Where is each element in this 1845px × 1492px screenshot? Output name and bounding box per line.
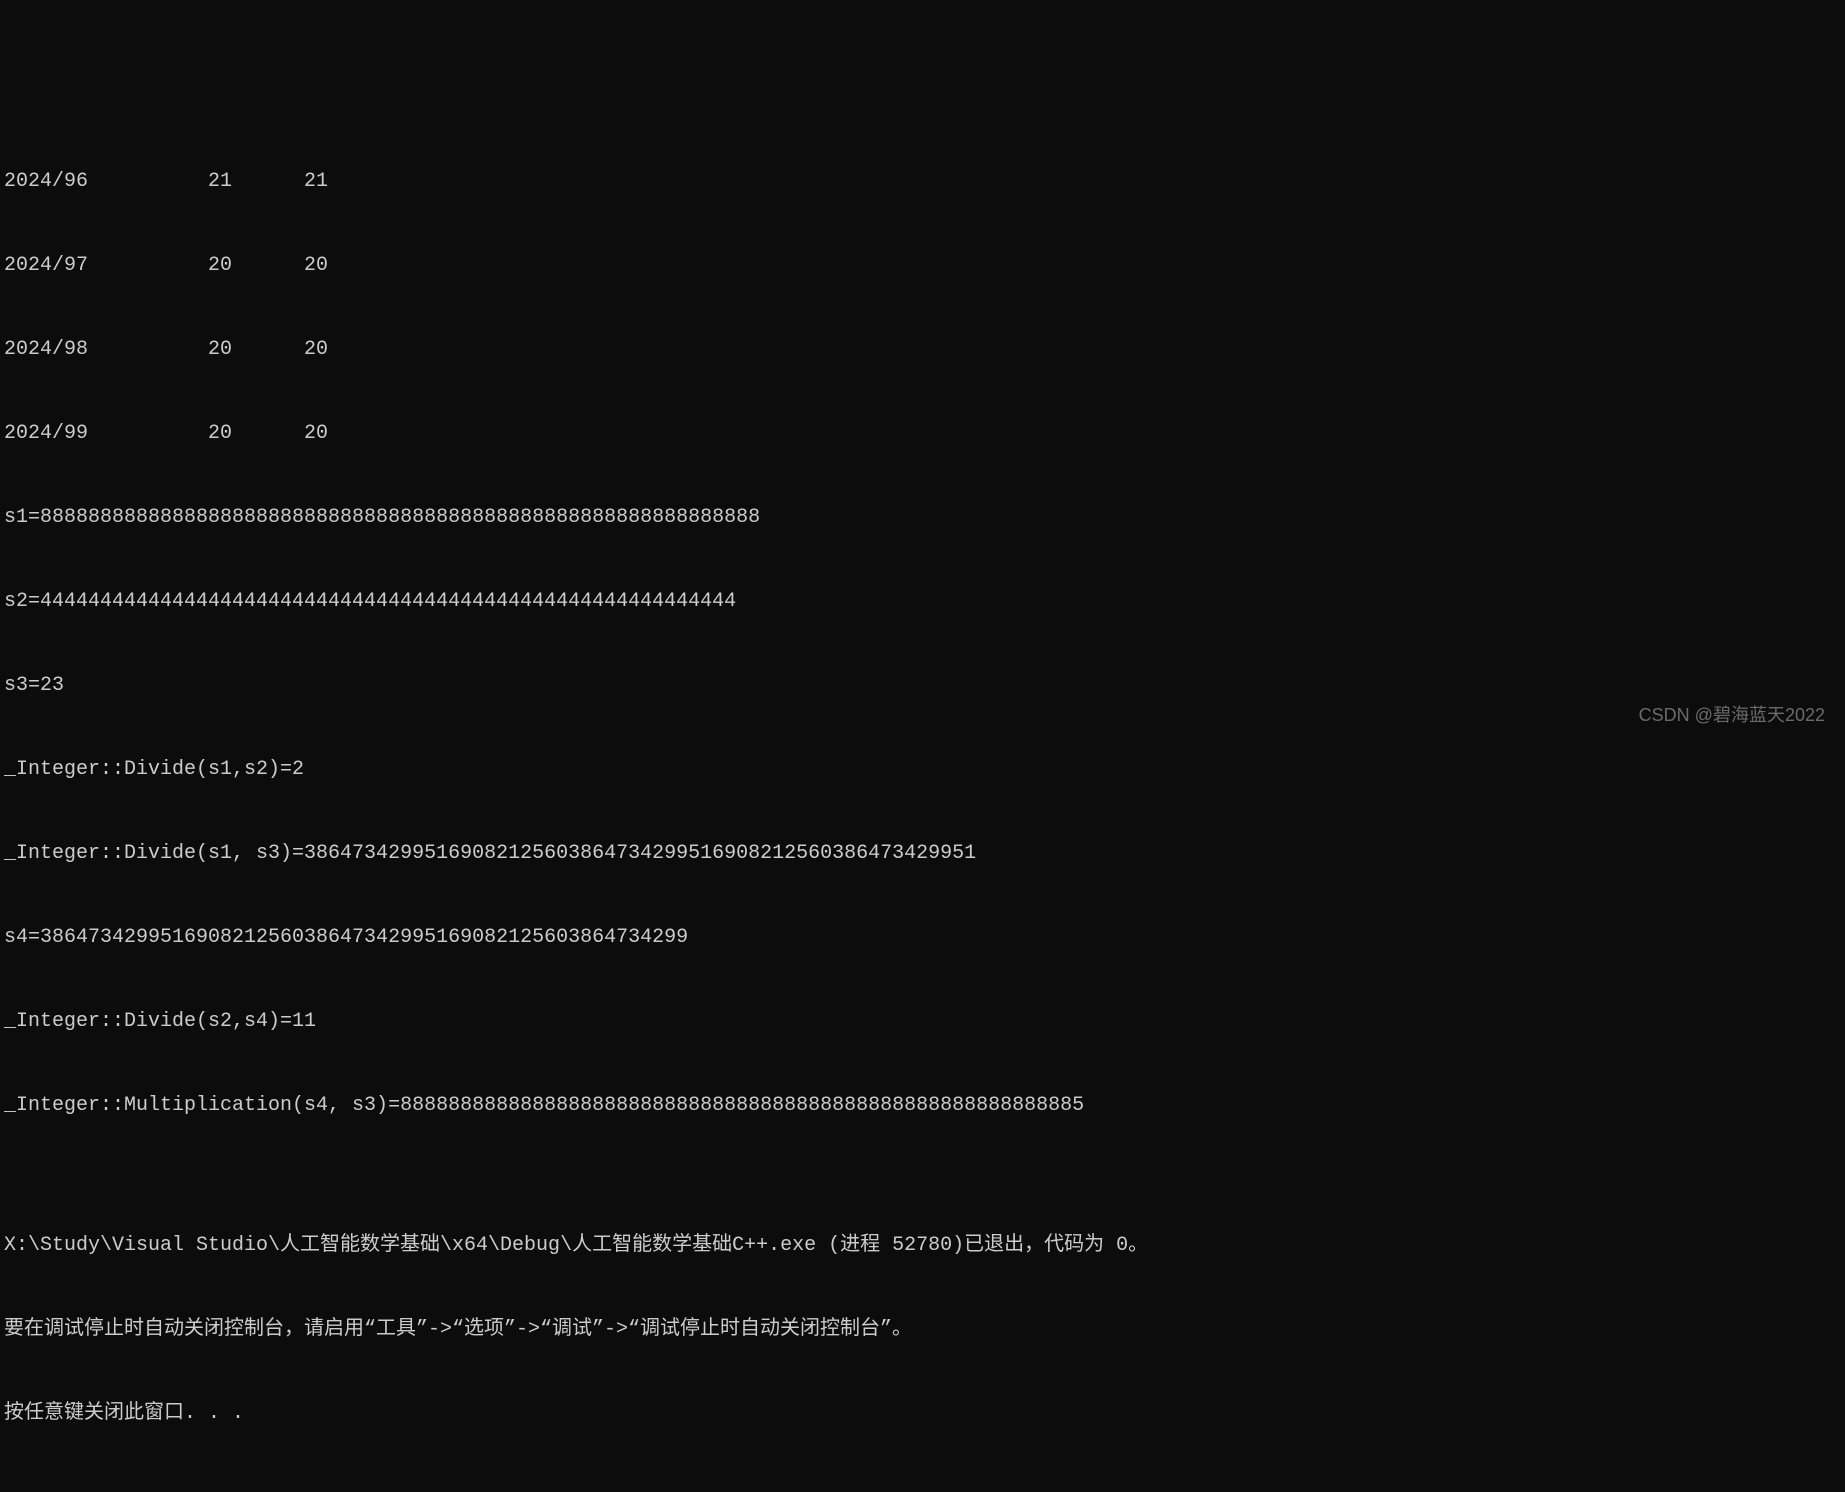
console-line: s4=3864734299516908212560386473429951690… [4,924,1841,952]
console-line: s1=8888888888888888888888888888888888888… [4,504,1841,532]
console-line: 要在调试停止时自动关闭控制台，请启用“工具”->“选项”->“调试”->“调试停… [4,1316,1841,1344]
console-line: _Integer::Divide(s1,s2)=2 [4,756,1841,784]
console-line: 2024/97 20 20 [4,252,1841,280]
console-line: s2=4444444444444444444444444444444444444… [4,588,1841,616]
console-line: 2024/96 21 21 [4,168,1841,196]
watermark-text: CSDN @碧海蓝天2022 [1639,703,1825,728]
console-line: X:\Study\Visual Studio\人工智能数学基础\x64\Debu… [4,1232,1841,1260]
console-line: _Integer::Divide(s1, s3)=386473429951690… [4,840,1841,868]
console-line: _Integer::Multiplication(s4, s3)=8888888… [4,1092,1841,1120]
console-line: _Integer::Divide(s2,s4)=11 [4,1008,1841,1036]
console-line: 按任意键关闭此窗口. . . [4,1400,1841,1428]
console-line: 2024/99 20 20 [4,420,1841,448]
console-output: 2024/96 21 21 2024/97 20 20 2024/98 20 2… [0,112,1845,1456]
console-line: 2024/98 20 20 [4,336,1841,364]
console-line: s3=23 [4,672,1841,700]
